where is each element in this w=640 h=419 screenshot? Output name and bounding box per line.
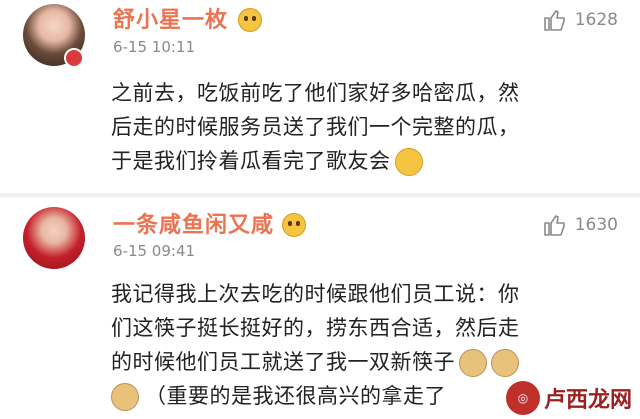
comment-line: （重要的是我还很高兴的拿走了	[145, 384, 446, 408]
like-count: 1628	[574, 10, 618, 30]
comment-line: 我记得我上次去吃的时候跟他们员工说：你	[111, 282, 520, 306]
doge-emoji-icon	[459, 349, 487, 377]
laugh-emoji-icon	[394, 148, 423, 176]
crown-emoji-icon	[238, 8, 262, 32]
like-button[interactable]: 1630	[543, 213, 618, 237]
crown-emoji-icon	[282, 213, 306, 237]
comment-line: 于是我们拎着瓜看完了歌友会	[111, 149, 391, 173]
thumbs-up-icon	[543, 10, 565, 31]
comment-text: 之前去，吃饭前吃了他们家好多哈密瓜，然 后走的时候服务员送了我们一个完整的瓜， …	[111, 76, 621, 178]
timestamp: 6-15 09:41	[113, 242, 196, 260]
doge-emoji-icon	[491, 349, 519, 377]
verified-badge-icon	[64, 48, 84, 68]
thumbs-up-icon	[543, 215, 565, 236]
username[interactable]: 一条咸鱼闲又咸	[113, 207, 274, 239]
comment-line: 之前去，吃饭前吃了他们家好多哈密瓜，然	[111, 81, 520, 105]
comment-line: 后走的时候服务员送了我们一个完整的瓜，	[111, 115, 520, 139]
avatar[interactable]	[23, 207, 85, 269]
doge-emoji-icon	[111, 383, 139, 411]
like-count: 1630	[574, 215, 618, 235]
site-logo-icon: ◎	[505, 381, 540, 415]
username[interactable]: 舒小星一枚	[113, 2, 228, 34]
watermark: ◎ 卢西龙网	[505, 381, 632, 415]
comment-line: 的时候他们员工就送了我一双新筷子	[111, 350, 455, 374]
like-button[interactable]: 1628	[543, 8, 618, 32]
timestamp: 6-15 10:11	[113, 38, 196, 56]
watermark-text: 卢西龙网	[543, 388, 632, 413]
comment-line: 们这筷子挺长挺好的，捞东西合适，然后走	[111, 316, 520, 340]
comment-item: 舒小星一枚 6-15 10:11 1628 之前去，吃饭前吃了他们家好多哈密瓜，…	[0, 0, 640, 193]
